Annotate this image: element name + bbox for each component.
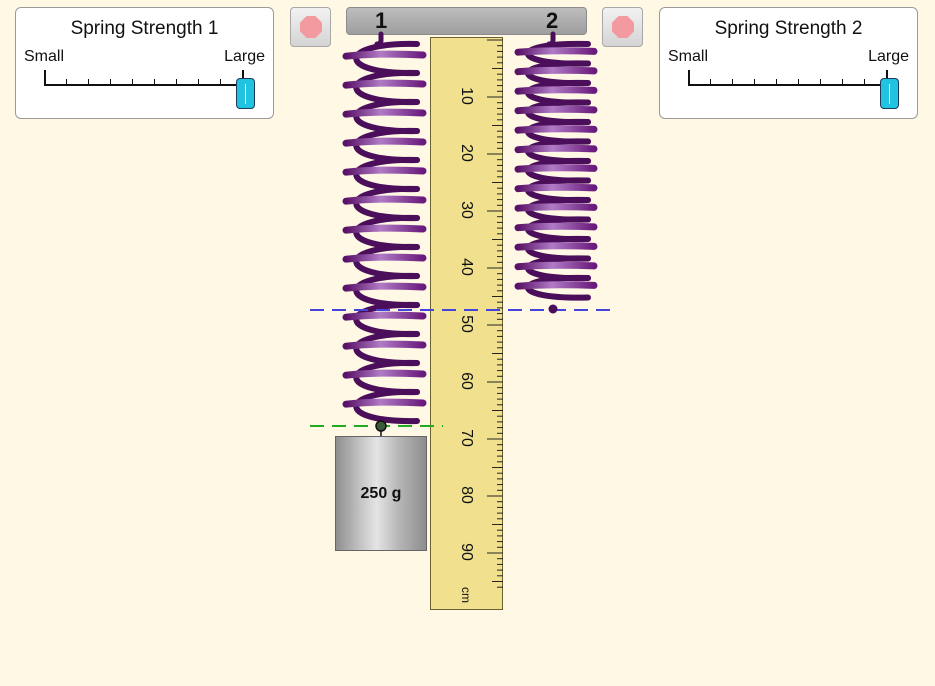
spring-1-hook[interactable]	[375, 420, 387, 432]
ruler-label-20: 20	[458, 144, 475, 162]
spring-2[interactable]	[514, 31, 598, 301]
spring-strength-2-panel: Spring Strength 2 Small Large	[659, 7, 918, 119]
ruler-label-60: 60	[458, 372, 475, 390]
spring-strength-2-large-label: Large	[868, 48, 909, 65]
stop-icon	[612, 16, 634, 38]
spring-strength-1-title: Spring Strength 1	[70, 18, 219, 39]
stop-icon	[300, 16, 322, 38]
spring-strength-1-small-label: Small	[24, 48, 65, 65]
spring-strength-2-slider-track[interactable]	[688, 70, 888, 86]
spring-strength-2-slider-thumb[interactable]	[880, 78, 899, 109]
ruler[interactable]: 10 20 30 40 50 60 70 80 90 cm	[430, 37, 503, 610]
spring-2-label: 2	[546, 8, 559, 33]
spring-strength-2-title: Spring Strength 2	[714, 18, 863, 39]
ruler-label-90: 90	[458, 543, 475, 561]
ruler-unit-label: cm	[459, 587, 473, 603]
ruler-label-80: 80	[458, 486, 475, 504]
spring-strength-1-slider-track[interactable]	[44, 70, 244, 86]
ruler-label-50: 50	[458, 315, 475, 333]
spring-strength-2-small-label: Small	[668, 48, 709, 65]
spring-1-label: 1	[375, 8, 388, 33]
mass-250g[interactable]: 250 g	[335, 436, 427, 551]
stop-spring-1-button[interactable]	[290, 7, 331, 47]
spring-strength-1-large-label: Large	[224, 48, 265, 65]
spring-strength-1-panel: Spring Strength 1 Small Large	[15, 7, 274, 119]
ruler-label-30: 30	[458, 201, 475, 219]
ruler-label-10: 10	[458, 87, 475, 105]
ruler-label-70: 70	[458, 429, 475, 447]
ruler-label-40: 40	[458, 258, 475, 276]
spring-strength-1-slider-thumb[interactable]	[236, 78, 255, 109]
spring-1[interactable]	[342, 31, 427, 425]
stop-spring-2-button[interactable]	[602, 7, 643, 47]
mass-label: 250 g	[360, 485, 402, 502]
spring-2-end-knob	[548, 304, 558, 314]
